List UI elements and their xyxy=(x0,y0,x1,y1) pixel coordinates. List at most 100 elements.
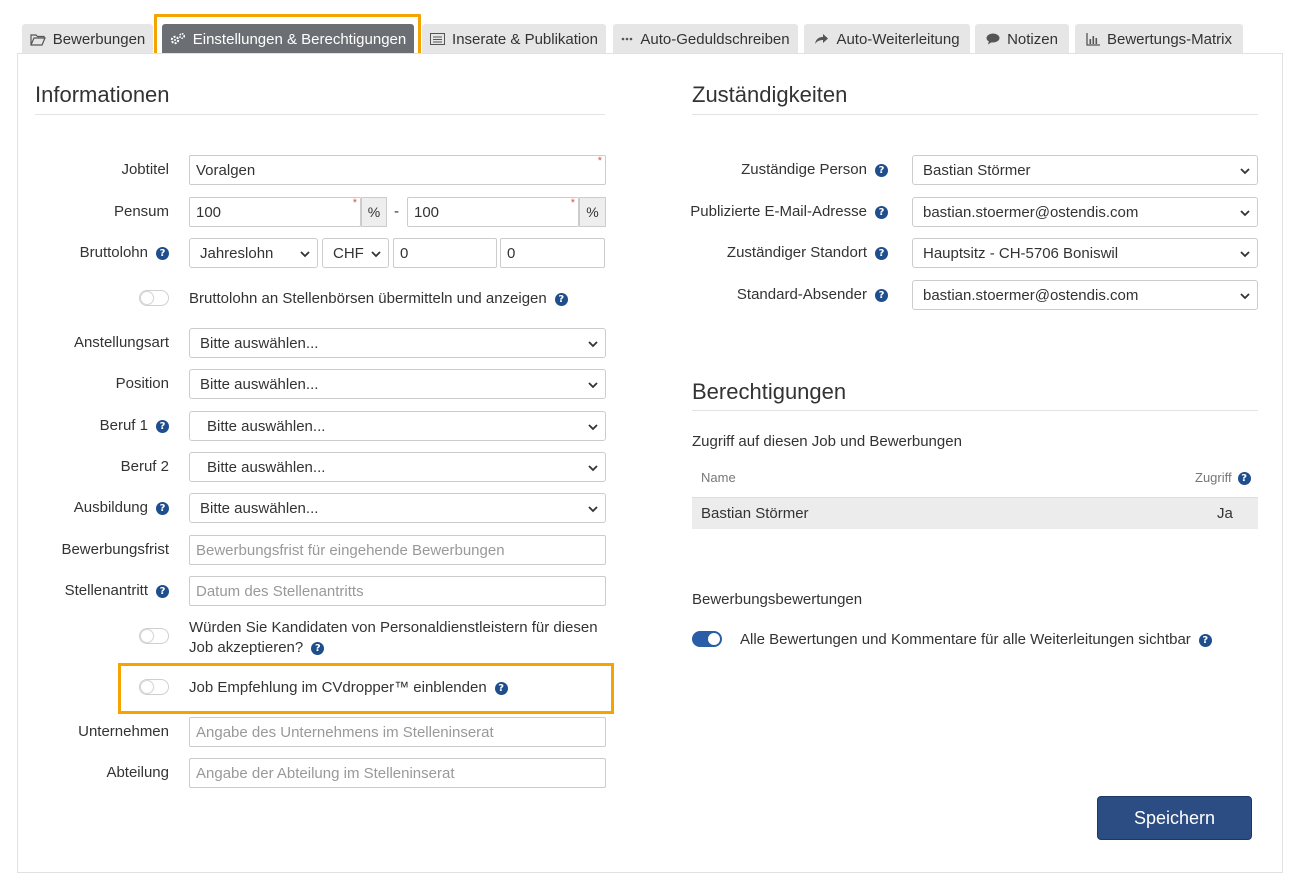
email-label-text: Publizierte E-Mail-Adresse xyxy=(690,203,867,220)
cvdropper-toggle[interactable] xyxy=(139,679,169,695)
tab-label: Bewertungs-Matrix xyxy=(1106,30,1233,48)
cvdropper-label: Job Empfehlung im CVdropper™ einblenden? xyxy=(189,678,508,698)
bruttolohn-label-text: Bruttolohn xyxy=(79,244,148,261)
help-icon[interactable]: ? xyxy=(875,164,888,177)
help-icon[interactable]: ? xyxy=(1237,472,1251,485)
tab-label: Notizen xyxy=(1007,30,1058,48)
person-select[interactable]: Bastian Störmer xyxy=(912,155,1258,185)
beruf2-value: Bitte auswählen... xyxy=(207,458,326,476)
help-icon[interactable]: ? xyxy=(554,293,568,306)
comment-icon xyxy=(986,33,1000,45)
tab-bewertungs-matrix[interactable]: Bewertungs-Matrix xyxy=(1075,24,1243,54)
ausbildung-value: Bitte auswählen... xyxy=(200,499,319,517)
beruf1-select[interactable]: Bitte auswählen... xyxy=(189,411,606,441)
pensum-to-input[interactable]: 100 xyxy=(407,197,579,227)
stellenantritt-input[interactable]: Datum des Stellenantritts xyxy=(189,576,606,606)
bewertungen-visibility-toggle[interactable] xyxy=(692,631,722,647)
standort-label-text: Zuständiger Standort xyxy=(726,244,867,261)
tab-inserate[interactable]: Inserate & Publikation xyxy=(422,24,606,54)
share-arrow-icon xyxy=(815,34,829,44)
tab-einstellungen[interactable]: Einstellungen & Berechtigungen xyxy=(162,24,414,54)
help-icon[interactable]: ? xyxy=(875,206,888,219)
pensum-from-unit: % xyxy=(361,197,387,227)
jobtitel-input[interactable]: Voralgen xyxy=(189,155,606,185)
bruttolohn-publish-label: Bruttolohn an Stellenbörsen übermitteln … xyxy=(189,289,568,309)
bewertungen-title: Bewerbungsbewertungen xyxy=(692,591,863,608)
beruf2-select[interactable]: Bitte auswählen... xyxy=(189,452,606,482)
row-name: Bastian Störmer xyxy=(701,505,809,522)
help-icon[interactable]: ? xyxy=(156,247,169,260)
help-icon[interactable]: ? xyxy=(156,420,169,433)
chevron-down-icon xyxy=(1240,293,1250,300)
bewerbungsfrist-placeholder: Bewerbungsfrist für eingehende Bewerbung… xyxy=(196,541,505,559)
tab-bewerbungen[interactable]: Bewerbungen xyxy=(22,24,153,54)
absender-select[interactable]: bastian.stoermer@ostendis.com xyxy=(912,280,1258,310)
chevron-down-icon xyxy=(588,506,598,513)
personaldienstleister-line2-wrap: Job akzeptieren?? xyxy=(189,638,609,658)
chevron-down-icon xyxy=(588,424,598,431)
ausbildung-label-text: Ausbildung xyxy=(73,499,148,516)
bruttolohn-currency-value: CHF xyxy=(333,244,364,262)
bruttolohn-publish-toggle[interactable] xyxy=(139,290,169,306)
bruttolohn-currency-select[interactable]: CHF xyxy=(322,238,389,268)
chevron-down-icon xyxy=(1240,168,1250,175)
absender-label: Standard-Absender? xyxy=(737,286,888,303)
unternehmen-input[interactable]: Angabe des Unternehmens im Stelleninsera… xyxy=(189,717,606,747)
standort-select[interactable]: Hauptsitz - CH-5706 Boniswil xyxy=(912,238,1258,268)
chevron-down-icon xyxy=(300,251,310,258)
help-icon[interactable]: ? xyxy=(875,247,888,260)
stellenantritt-label: Stellenantritt? xyxy=(65,582,169,599)
help-icon[interactable]: ? xyxy=(1198,634,1212,647)
personaldienstleister-line1: Würden Sie Kandidaten von Personaldienst… xyxy=(189,619,598,636)
bruttolohn-to-value: 0 xyxy=(507,244,516,262)
tab-auto-weiterleitung[interactable]: Auto-Weiterleitung xyxy=(804,24,970,54)
tab-label: Auto-Geduldschreiben xyxy=(640,30,790,48)
section-title-zustaendigkeiten: Zuständigkeiten xyxy=(692,82,848,107)
tab-notizen[interactable]: Notizen xyxy=(975,24,1069,54)
bruttolohn-from-value: 0 xyxy=(400,244,409,262)
tab-auto-geduldschreiben[interactable]: Auto-Geduldschreiben xyxy=(613,24,798,54)
unternehmen-placeholder: Angabe des Unternehmens im Stelleninsera… xyxy=(196,723,494,741)
help-icon[interactable]: ? xyxy=(875,289,888,302)
position-select[interactable]: Bitte auswählen... xyxy=(189,369,606,399)
column-header-name: Name xyxy=(701,470,736,485)
jobtitel-value: Voralgen xyxy=(196,161,256,179)
section-title-informationen: Informationen xyxy=(35,82,170,107)
cvdropper-label-text: Job Empfehlung im CVdropper™ einblenden xyxy=(189,679,487,696)
section-title-berechtigungen: Berechtigungen xyxy=(692,379,847,404)
divider xyxy=(692,410,1258,411)
personaldienstleister-toggle[interactable] xyxy=(139,628,169,644)
email-select[interactable]: bastian.stoermer@ostendis.com xyxy=(912,197,1258,227)
chevron-down-icon xyxy=(588,465,598,472)
bewerbungsfrist-input[interactable]: Bewerbungsfrist für eingehende Bewerbung… xyxy=(189,535,606,565)
person-label: Zuständige Person? xyxy=(741,161,888,178)
bruttolohn-type-select[interactable]: Jahreslohn xyxy=(189,238,318,268)
email-value: bastian.stoermer@ostendis.com xyxy=(923,203,1139,221)
tab-label: Auto-Weiterleitung xyxy=(836,30,960,48)
help-icon[interactable]: ? xyxy=(156,502,169,515)
email-label: Publizierte E-Mail-Adresse? xyxy=(690,203,888,220)
bruttolohn-from-input[interactable]: 0 xyxy=(393,238,497,268)
divider xyxy=(692,114,1258,115)
pensum-from-input[interactable]: 100 xyxy=(189,197,361,227)
save-button[interactable]: Speichern xyxy=(1097,796,1252,840)
anstellungsart-select[interactable]: Bitte auswählen... xyxy=(189,328,606,358)
dots-icon xyxy=(622,37,633,41)
ausbildung-select[interactable]: Bitte auswählen... xyxy=(189,493,606,523)
position-value: Bitte auswählen... xyxy=(200,375,319,393)
pensum-to-value: 100 xyxy=(414,203,440,221)
bruttolohn-type-value: Jahreslohn xyxy=(200,244,274,262)
abteilung-label: Abteilung xyxy=(106,764,169,781)
help-icon[interactable]: ? xyxy=(311,642,325,655)
person-label-text: Zuständige Person xyxy=(741,161,867,178)
unternehmen-label: Unternehmen xyxy=(78,723,169,740)
help-icon[interactable]: ? xyxy=(494,682,508,695)
tab-label: Bewerbungen xyxy=(52,30,146,48)
absender-value: bastian.stoermer@ostendis.com xyxy=(923,286,1139,304)
ausbildung-label: Ausbildung? xyxy=(74,499,169,516)
bruttolohn-to-input[interactable]: 0 xyxy=(500,238,605,268)
bruttolohn-publish-text: Bruttolohn an Stellenbörsen übermitteln … xyxy=(189,290,547,307)
tab-label: Inserate & Publikation xyxy=(452,30,598,48)
help-icon[interactable]: ? xyxy=(156,585,169,598)
abteilung-input[interactable]: Angabe der Abteilung im Stelleninserat xyxy=(189,758,606,788)
